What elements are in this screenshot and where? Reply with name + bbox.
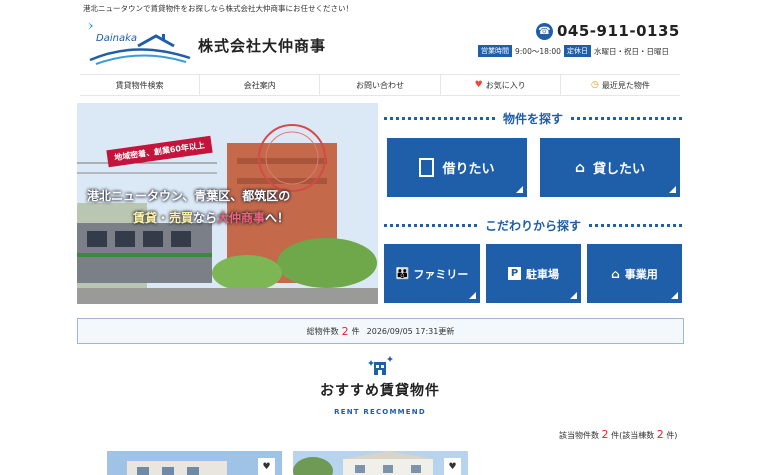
business-label: 事業用 — [624, 267, 658, 281]
corner-arrow — [469, 292, 476, 299]
property-card[interactable]: ♥ — [293, 451, 468, 475]
hours-value: 9:00～18:00 — [515, 46, 561, 56]
hero-line2-b: なら — [193, 211, 218, 225]
result-mid: 件(該当棟数 — [611, 431, 655, 440]
parking-button[interactable]: P 駐車場 — [486, 244, 581, 303]
rent-button[interactable]: 借りたい — [387, 138, 527, 197]
clock-icon: ◷ — [590, 80, 599, 90]
search-heading-text: 物件を探す — [503, 112, 564, 126]
favorite-heart-icon[interactable]: ♥ — [444, 458, 461, 475]
nav-recent[interactable]: ◷ 最近見た物件 — [561, 75, 680, 95]
recommend-subtitle: RENT RECOMMEND — [334, 408, 426, 416]
divider — [589, 224, 683, 227]
divider — [384, 224, 477, 227]
phone-number: 045-911-0135 — [557, 22, 680, 40]
nav-label: お気に入り — [485, 80, 526, 90]
heart-icon: ♥ — [474, 80, 483, 90]
parking-icon: P — [508, 267, 521, 280]
result-prefix: 該当物件数 — [559, 431, 599, 440]
hand-house-icon: ⌂ — [574, 159, 585, 176]
family-label: ファミリー — [413, 267, 469, 281]
phone-block[interactable]: ☎ 045-911-0135 — [536, 22, 680, 40]
corner-arrow — [669, 186, 676, 193]
nav-contact[interactable]: お問い合わせ — [320, 75, 441, 95]
property-card[interactable]: ♥ — [107, 451, 282, 475]
result-count: 該当物件数 2 件(該当棟数 2 件) — [559, 428, 677, 441]
nav-company[interactable]: 会社案内 — [200, 75, 321, 95]
result-suffix: 件) — [666, 431, 678, 440]
parking-label: 駐車場 — [526, 267, 559, 281]
property-photo — [293, 451, 468, 475]
building-sparkle-icon — [366, 356, 394, 376]
hero-line2: 賃貸・売買なら大仲商事へ！ — [133, 209, 289, 226]
hero-banner: 地域密着、創業60年以上 港北ニュータウン、青葉区、都筑区の 賃貸・売買なら大仲… — [77, 103, 378, 304]
main-nav: 賃貸物件検索 会社案内 お問い合わせ ♥ お気に入り ◷ 最近見た物件 — [80, 74, 680, 96]
corner-arrow — [671, 292, 678, 299]
property-count-bar: 総物件数 2 件 2026/09/05 17:31更新 — [77, 318, 684, 344]
family-icon: 👪 — [395, 267, 410, 280]
nav-label: お問い合わせ — [356, 80, 404, 90]
favorite-heart-icon[interactable]: ♥ — [258, 458, 275, 475]
hero-line2-a: 賃貸・売買 — [133, 211, 194, 225]
business-button[interactable]: ⌂ 事業用 — [587, 244, 682, 303]
nav-rent-search[interactable]: 賃貸物件検索 — [80, 75, 201, 95]
hero-line2-c: 大仲商事 — [217, 211, 266, 225]
closed-value: 水曜日・祝日・日曜日 — [593, 46, 669, 56]
count-updated: 2026/09/05 17:31更新 — [366, 326, 455, 336]
shop-icon: ⌂ — [611, 266, 620, 281]
result-number-buildings: 2 — [656, 428, 664, 441]
hero-line1: 港北ニュータウン、青葉区、都筑区の — [87, 189, 291, 203]
nav-label: 賃貸物件検索 — [115, 80, 164, 90]
closed-label: 定休日 — [563, 45, 591, 57]
phone-icon: ☎ — [536, 22, 553, 40]
hero-line2-d: へ！ — [265, 211, 290, 225]
search-heading: 物件を探す — [384, 110, 683, 127]
count-suffix: 件 — [351, 326, 360, 336]
nav-favorites[interactable]: ♥ お気に入り — [441, 75, 561, 95]
building-icon — [419, 158, 435, 177]
lend-button[interactable]: ⌂ 貸したい — [540, 138, 680, 197]
feature-heading: こだわりから探す — [384, 217, 683, 234]
rent-label: 借りたい — [442, 162, 495, 177]
count-number: 2 — [341, 324, 349, 338]
divider — [384, 117, 495, 120]
business-hours: 営業時間 9:00～18:00 定休日 水曜日・祝日・日曜日 — [478, 45, 669, 57]
lend-label: 貸したい — [593, 162, 646, 177]
company-name: 株式会社大仲商事 — [198, 37, 327, 55]
tagline: 港北ニュータウンで賃貸物件をお探しなら株式会社大仲商事にお任せください！ — [83, 4, 353, 13]
corner-arrow — [570, 292, 577, 299]
family-button[interactable]: 👪 ファミリー — [384, 244, 480, 303]
feature-heading-text: こだわりから探す — [485, 219, 582, 233]
result-number: 2 — [601, 428, 609, 441]
company-logo[interactable]: Dainaka — [86, 20, 196, 66]
nav-label: 最近見た物件 — [601, 80, 650, 90]
divider — [571, 117, 683, 120]
corner-arrow — [516, 186, 523, 193]
hours-label: 営業時間 — [478, 45, 512, 57]
count-prefix: 総物件数 — [306, 326, 339, 336]
logo-wordmark: Dainaka — [96, 33, 137, 44]
property-photo — [107, 451, 282, 475]
recommend-title: おすすめ賃貸物件 — [320, 383, 440, 399]
nav-label: 会社案内 — [243, 80, 276, 90]
